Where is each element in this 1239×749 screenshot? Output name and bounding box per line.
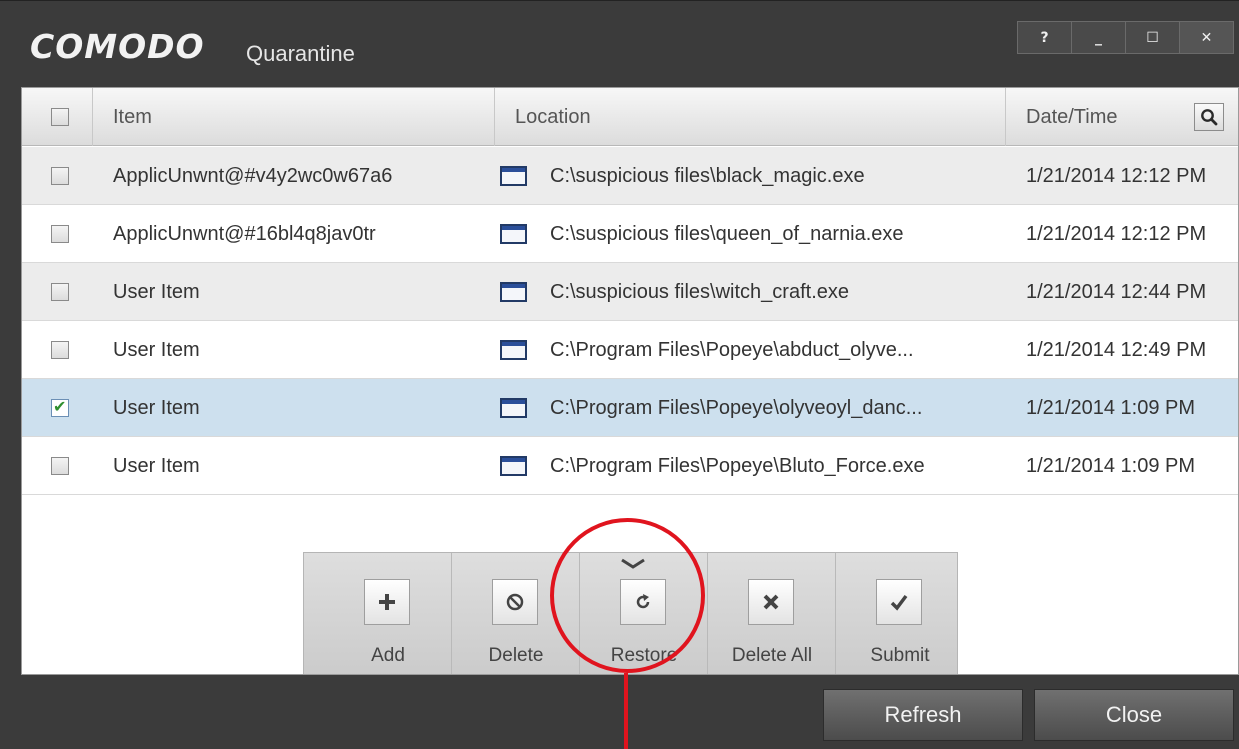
- row-datetime: 1/21/2014 1:09 PM: [1026, 454, 1196, 477]
- row-checkbox[interactable]: [51, 457, 69, 475]
- add-button[interactable]: Add: [324, 553, 452, 674]
- table-row-selected[interactable]: User Item C:\Program Files\Popeye\olyveo…: [22, 379, 1238, 437]
- search-icon: [1201, 109, 1218, 126]
- close-window-button[interactable]: ✕: [1180, 22, 1233, 53]
- row-location: C:\Program Files\Popeye\Bluto_Force.exe: [550, 454, 925, 477]
- minimize-button[interactable]: _: [1072, 22, 1126, 53]
- prohibit-icon: [492, 579, 538, 625]
- row-checkbox[interactable]: [51, 283, 69, 301]
- row-datetime: 1/21/2014 12:12 PM: [1026, 164, 1207, 187]
- row-item: User Item: [113, 280, 200, 303]
- application-file-icon: [500, 456, 527, 476]
- delete-all-label: Delete All: [731, 645, 813, 666]
- application-file-icon: [500, 224, 527, 244]
- restore-button[interactable]: Restore: [580, 553, 708, 674]
- application-file-icon: [500, 282, 527, 302]
- x-icon: [748, 579, 794, 625]
- table-row[interactable]: User Item C:\Program Files\Popeye\Bluto_…: [22, 437, 1238, 495]
- row-location: C:\Program Files\Popeye\abduct_olyve...: [550, 338, 914, 361]
- application-file-icon: [500, 398, 527, 418]
- select-all-checkbox[interactable]: [51, 108, 69, 126]
- restore-label: Restore: [610, 645, 678, 666]
- row-datetime: 1/21/2014 12:44 PM: [1026, 280, 1207, 303]
- row-item: User Item: [113, 454, 200, 477]
- column-header-item-label: Item: [113, 105, 152, 128]
- refresh-button[interactable]: Refresh: [823, 689, 1023, 741]
- search-button[interactable]: [1194, 103, 1224, 131]
- header-checkbox-cell: [22, 88, 93, 146]
- column-header-location-label: Location: [515, 105, 591, 128]
- delete-all-button[interactable]: Delete All: [708, 553, 836, 674]
- row-checkbox[interactable]: [51, 341, 69, 359]
- quarantine-panel: Item Location Date/Time ApplicUnwnt@#v4y…: [21, 87, 1239, 675]
- table-row[interactable]: ApplicUnwnt@#16bl4q8jav0tr C:\suspicious…: [22, 205, 1238, 263]
- submit-label: Submit: [870, 645, 930, 666]
- row-datetime: 1/21/2014 12:49 PM: [1026, 338, 1207, 361]
- table-header: Item Location Date/Time: [22, 88, 1238, 146]
- table-row[interactable]: User Item C:\Program Files\Popeye\abduct…: [22, 321, 1238, 379]
- application-file-icon: [500, 340, 527, 360]
- quarantine-window: COMODO Quarantine ? _ ☐ ✕ Item Location …: [0, 0, 1239, 749]
- row-checkbox[interactable]: [51, 167, 69, 185]
- row-checkbox[interactable]: [51, 225, 69, 243]
- row-location: C:\Program Files\Popeye\olyveoyl_danc...: [550, 396, 923, 419]
- maximize-button[interactable]: ☐: [1126, 22, 1180, 53]
- row-location: C:\suspicious files\black_magic.exe: [550, 164, 865, 187]
- row-checkbox-checked[interactable]: [51, 397, 69, 417]
- column-header-location[interactable]: Location: [495, 88, 1006, 146]
- row-item: User Item: [113, 396, 200, 419]
- submit-button[interactable]: Submit: [836, 553, 964, 674]
- row-datetime: 1/21/2014 12:12 PM: [1026, 222, 1207, 245]
- row-datetime: 1/21/2014 1:09 PM: [1026, 396, 1196, 419]
- window-controls: ? _ ☐ ✕: [1017, 21, 1234, 54]
- row-location: C:\suspicious files\queen_of_narnia.exe: [550, 222, 904, 245]
- title-bar: COMODO Quarantine ? _ ☐ ✕: [0, 1, 1239, 85]
- row-item: ApplicUnwnt@#v4y2wc0w67a6: [113, 164, 393, 187]
- checkmark-icon: [876, 579, 922, 625]
- annotation-pointer-line: [624, 673, 628, 749]
- delete-label: Delete: [488, 645, 544, 666]
- action-toolbar: Add Delete Restore Delete All Submit: [303, 552, 958, 674]
- help-button[interactable]: ?: [1018, 22, 1072, 53]
- application-file-icon: [500, 166, 527, 186]
- row-item: User Item: [113, 338, 200, 361]
- row-location: C:\suspicious files\witch_craft.exe: [550, 280, 850, 303]
- row-item: ApplicUnwnt@#16bl4q8jav0tr: [113, 222, 376, 245]
- plus-icon: [364, 579, 410, 625]
- restore-icon: [620, 579, 666, 625]
- add-label: Add: [371, 645, 405, 666]
- column-header-datetime-label: Date/Time: [1026, 105, 1118, 128]
- table-row[interactable]: ApplicUnwnt@#v4y2wc0w67a6 C:\suspicious …: [22, 147, 1238, 205]
- comodo-logo: COMODO: [30, 27, 205, 66]
- close-button[interactable]: Close: [1034, 689, 1234, 741]
- table-row[interactable]: User Item C:\suspicious files\witch_craf…: [22, 263, 1238, 321]
- delete-button[interactable]: Delete: [452, 553, 580, 674]
- column-header-item[interactable]: Item: [93, 88, 495, 146]
- window-title: Quarantine: [246, 41, 355, 66]
